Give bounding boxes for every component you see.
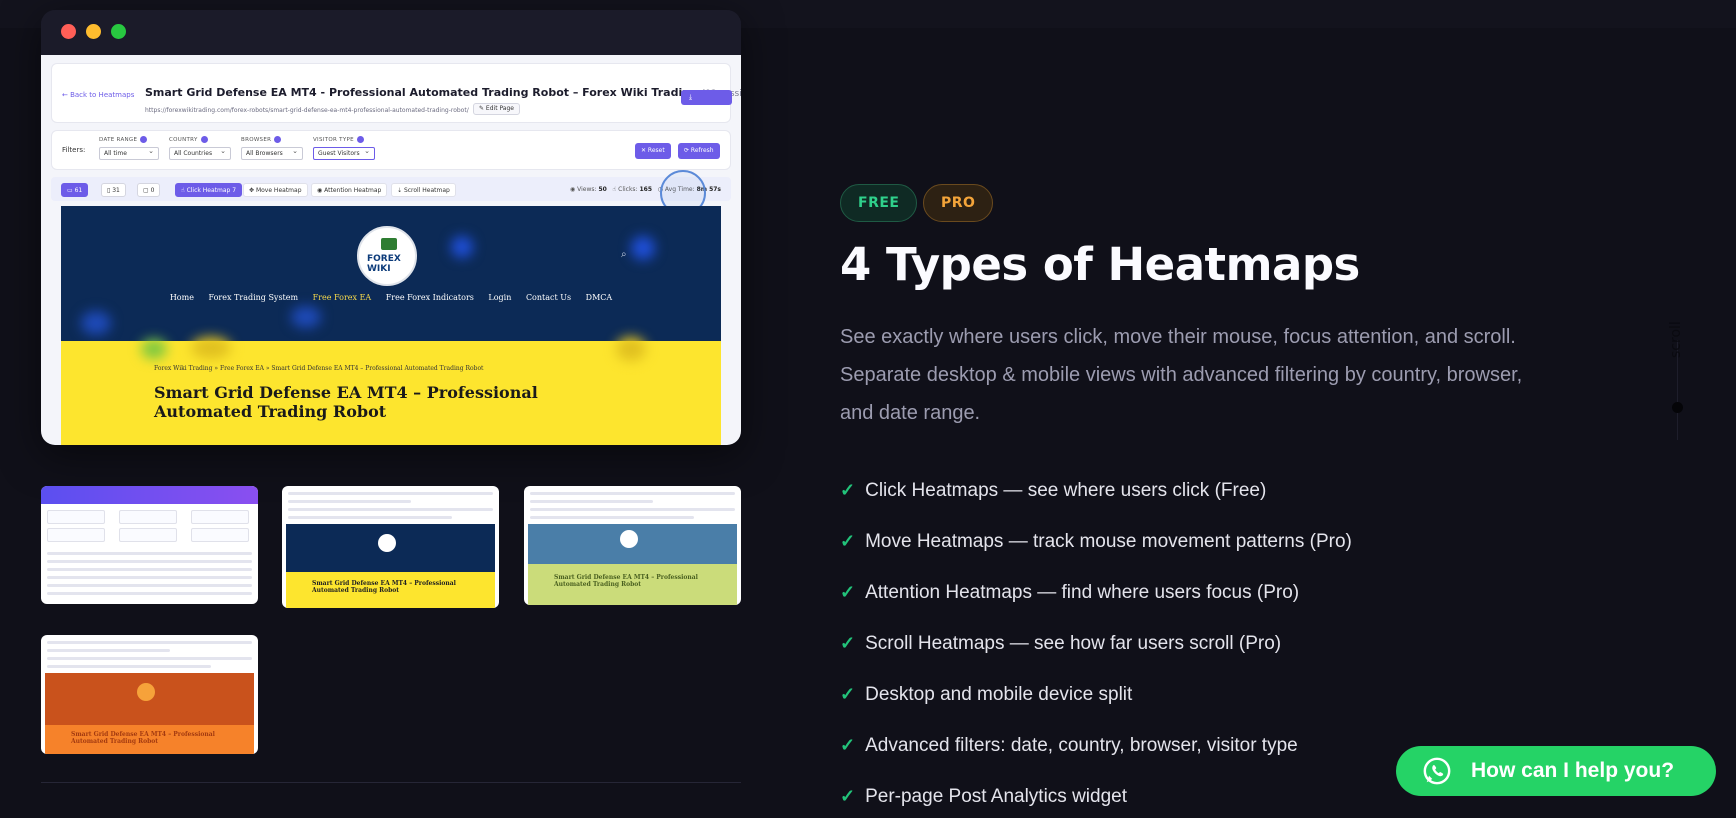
- menu-item-free-ea[interactable]: Free Forex EA: [313, 293, 372, 302]
- feature-item: ✓ Attention Heatmaps — find where users f…: [840, 582, 1300, 603]
- help-label: How can I help you?: [1471, 759, 1675, 782]
- menu-item-contact[interactable]: Contact Us: [526, 293, 571, 302]
- thumb-header: [41, 486, 258, 504]
- section-heading: 4 Types of Heatmaps: [840, 238, 1360, 291]
- country-select[interactable]: All Countries: [169, 146, 231, 160]
- check-icon: ✓: [840, 684, 856, 704]
- page-header-card: ← Back to Heatmaps Smart Grid Defense EA…: [51, 63, 741, 123]
- window-titlebar: [41, 10, 741, 55]
- date-range-filter[interactable]: DATE RANGE All time: [99, 136, 159, 160]
- post-title: Smart Grid Defense EA MT4 – Professional…: [154, 383, 538, 421]
- section-description: See exactly where users click, move thei…: [840, 326, 1523, 424]
- check-icon: ✓: [840, 633, 856, 653]
- feature-item: ✓ Click Heatmaps — see where users click …: [840, 480, 1267, 501]
- site-logo: FOREX WIKI: [357, 226, 417, 286]
- mobile-device-tab[interactable]: ▯ 31: [101, 183, 126, 197]
- edit-page-button[interactable]: ✎ Edit Page: [473, 103, 520, 115]
- check-icon: ✓: [840, 786, 856, 806]
- heatmap-tabs-row: ▭ 61 ▯ 31 ▢ 0 ☝ Click Heatmap 7 ✥ Move H…: [51, 177, 731, 201]
- thumbnail-dashboard[interactable]: [41, 486, 258, 604]
- browser-filter[interactable]: BROWSER All Browsers: [241, 136, 303, 160]
- thumbnail-scroll-heatmap[interactable]: Smart Grid Defense EA MT4 – Professional…: [524, 486, 741, 605]
- tab-move-heatmap[interactable]: ✥ Move Heatmap: [243, 183, 308, 197]
- thumbnail-click-heatmap[interactable]: Smart Grid Defense EA MT4 – Professional…: [282, 486, 499, 608]
- scroll-dot-icon: [1672, 402, 1683, 413]
- check-icon: ✓: [840, 735, 856, 755]
- scroll-label: scroll: [1668, 321, 1684, 358]
- download-button[interactable]: ⤓ Download: [681, 90, 732, 116]
- info-icon: [274, 136, 282, 143]
- feature-item: ✓ Desktop and mobile device split: [840, 684, 1133, 705]
- free-badge: FREE: [840, 184, 918, 222]
- page-title: Smart Grid Defense EA MT4 - Professional…: [145, 86, 741, 99]
- page-url[interactable]: https://forexwikitrading.com/forex-robot…: [145, 107, 469, 114]
- country-filter[interactable]: COUNTRY All Countries: [169, 136, 231, 160]
- menu-item-home[interactable]: Home: [170, 293, 194, 302]
- info-icon: [356, 136, 364, 143]
- website-hero: Forex Wiki Trading » Free Forex EA » Sma…: [61, 337, 721, 445]
- info-icon: [200, 136, 208, 143]
- breadcrumb: Forex Wiki Trading » Free Forex EA » Sma…: [154, 365, 484, 372]
- thumbnail-attention-heatmap[interactable]: Smart Grid Defense EA MT4 – Professional…: [41, 635, 258, 754]
- visitor-type-select[interactable]: Guest Visitors: [313, 146, 375, 160]
- desktop-device-tab[interactable]: ▭ 61: [61, 183, 89, 197]
- divider: [41, 782, 741, 783]
- heatmap-preview-window: ← Back to Heatmaps Smart Grid Defense EA…: [41, 10, 741, 445]
- check-icon: ✓: [840, 480, 856, 500]
- tablet-device-tab[interactable]: ▢ 0: [137, 183, 161, 197]
- tab-click-heatmap[interactable]: ☝ Click Heatmap 7: [175, 183, 243, 197]
- menu-item-indicators[interactable]: Free Forex Indicators: [386, 293, 474, 302]
- browser-select[interactable]: All Browsers: [241, 146, 303, 160]
- info-icon: [140, 136, 148, 143]
- feature-item: ✓ Move Heatmaps — track mouse movement pa…: [840, 531, 1352, 552]
- minimize-dot-icon: [86, 24, 101, 39]
- pro-badge: PRO: [923, 184, 994, 222]
- filters-label: Filters:: [62, 146, 86, 154]
- refresh-button[interactable]: ⟳ Refresh: [678, 143, 720, 159]
- check-icon: ✓: [840, 531, 856, 551]
- heatmap-app-screenshot: ← Back to Heatmaps Smart Grid Defense EA…: [41, 55, 741, 445]
- feature-item: ✓ Per-page Post Analytics widget: [840, 786, 1128, 807]
- check-icon: ✓: [840, 582, 856, 602]
- back-to-heatmaps-link[interactable]: ← Back to Heatmaps: [62, 91, 134, 99]
- close-dot-icon: [61, 24, 76, 39]
- search-icon[interactable]: ⌕: [621, 249, 627, 260]
- tab-attention-heatmap[interactable]: ◉ Attention Heatmap: [311, 183, 388, 197]
- visitor-type-filter[interactable]: VISITOR TYPE Guest Visitors: [313, 136, 375, 160]
- whatsapp-icon: [1423, 757, 1451, 785]
- menu-item-dmca[interactable]: DMCA: [586, 293, 613, 302]
- website-header: FOREX WIKI ⌕ Home Forex Trading System F…: [61, 206, 721, 341]
- tab-scroll-heatmap[interactable]: ⇣ Scroll Heatmap: [391, 183, 456, 197]
- maximize-dot-icon: [111, 24, 126, 39]
- scroll-indicator: scroll: [1660, 300, 1690, 450]
- feature-item: ✓ Scroll Heatmaps — see how far users scr…: [840, 633, 1282, 654]
- logo-bull-icon: [381, 238, 397, 250]
- site-menu: Home Forex Trading System Free Forex EA …: [61, 293, 721, 302]
- whatsapp-help-button[interactable]: How can I help you?: [1396, 746, 1716, 796]
- website-preview: FOREX WIKI ⌕ Home Forex Trading System F…: [61, 206, 721, 445]
- menu-item-trading-system[interactable]: Forex Trading System: [208, 293, 298, 302]
- feature-item: ✓ Advanced filters: date, country, browse…: [840, 735, 1298, 756]
- reset-button[interactable]: ✕ Reset: [635, 143, 671, 159]
- date-range-select[interactable]: All time: [99, 146, 159, 160]
- filters-bar: Filters: DATE RANGE All time COUNTRY All…: [51, 130, 731, 170]
- menu-item-login[interactable]: Login: [488, 293, 511, 302]
